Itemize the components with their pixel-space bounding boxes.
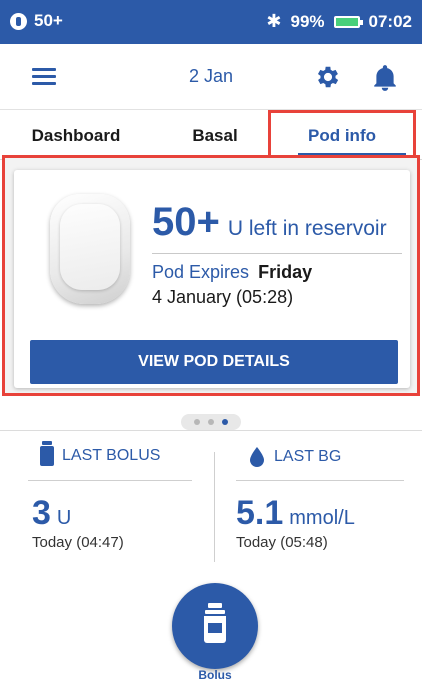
status-right: ✱ 99% 07:02 [266,11,412,32]
insulin-vial-icon [204,603,226,643]
last-bolus-rule [28,480,192,481]
tab-basal[interactable]: Basal [160,110,270,160]
summary-divider [214,452,215,562]
pod-info-card: 50+ U left in reservoir Pod Expires Frid… [14,170,410,388]
gear-icon[interactable] [314,63,342,91]
page-dot [194,419,200,425]
status-reservoir: 50+ [34,11,63,30]
header-date: 2 Jan [188,66,234,86]
last-bg-value-line: 5.1 mmol/L [236,494,355,533]
last-bg-header: LAST BG [248,446,341,468]
page-dot-active [222,419,228,425]
status-bar: 50+ ✱ 99% 07:02 [0,0,422,44]
status-time: 07:02 [368,11,412,31]
battery-percent: 99% [290,11,325,31]
bolus-button-label[interactable]: Bolus [172,668,258,682]
view-pod-details-button[interactable]: VIEW POD DETAILS [30,340,398,384]
bluetooth-icon: ✱ [266,11,282,31]
last-bg-value: 5.1 [236,494,284,532]
pod-expires-line: Pod Expires Friday [152,262,312,283]
last-bolus-header: LAST BOLUS [40,441,161,466]
reservoir-line: 50+ U left in reservoir [152,200,387,245]
reservoir-value: 50+ [152,200,220,244]
last-bolus-time: Today (04:47) [32,534,124,551]
pod-image [50,194,130,304]
last-bolus-value-line: 3 U [32,494,71,533]
last-bolus-label: LAST BOLUS [62,447,161,464]
last-bolus-unit: U [56,507,72,529]
pod-expires-date: 4 January (05:28) [152,287,294,307]
bolus-button[interactable] [172,583,258,669]
last-bg-unit: mmol/L [289,507,355,529]
pod-status-icon [10,12,27,30]
last-bg-rule [236,480,404,481]
page-indicator[interactable] [181,414,241,430]
last-bg-label: LAST BG [274,448,342,465]
status-left: 50+ [10,11,63,31]
bell-icon[interactable] [372,64,398,92]
pod-expires-label: Pod Expires [152,262,250,282]
blood-drop-icon [250,447,264,467]
app-header: 2 Jan [0,44,422,110]
battery-icon [333,15,363,28]
insulin-vial-icon [40,441,54,466]
last-bg-time: Today (05:48) [236,534,328,551]
reservoir-text: U left in reservoir [227,217,387,240]
last-bolus-value: 3 [32,494,51,532]
card-divider [152,253,402,254]
tab-dashboard[interactable]: Dashboard [12,110,140,160]
pod-expires-day: Friday [258,262,313,282]
page-dot [208,419,214,425]
